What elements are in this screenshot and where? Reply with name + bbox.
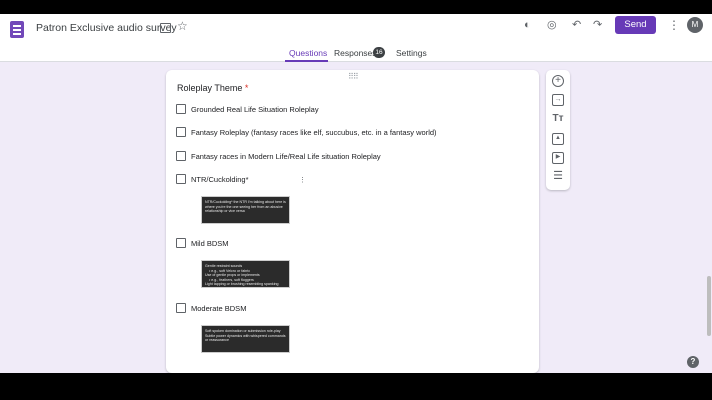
help-icon[interactable]: ? [687, 356, 699, 368]
form-title[interactable]: Patron Exclusive audio survey [36, 22, 177, 34]
option-label: Grounded Real Life Situation Roleplay [191, 105, 319, 114]
option-label: Mild BDSM [191, 239, 229, 248]
tab-settings[interactable]: Settings [396, 48, 427, 58]
palette-icon[interactable]: ◐ [524, 20, 531, 31]
option-image-text: Gentle restraint sounds • e.g., soft Vel… [205, 264, 279, 287]
app-header: Patron Exclusive audio survey ☆ ◐ ◎ ↶ ↷ … [0, 14, 712, 62]
active-tab-indicator [285, 60, 328, 62]
import-questions-icon[interactable]: → [552, 94, 564, 106]
option-label: NTR/Cuckolding* [191, 175, 249, 184]
checkbox[interactable] [176, 104, 186, 114]
checkbox[interactable] [176, 127, 186, 137]
add-question-icon[interactable]: + [552, 75, 564, 87]
avatar[interactable]: M [687, 17, 703, 33]
checkbox[interactable] [176, 303, 186, 313]
more-vert-icon[interactable]: ⋮ [668, 19, 680, 31]
option-label: Fantasy races in Modern Life/Real Life s… [191, 152, 381, 161]
eye-icon[interactable]: ◎ [547, 20, 557, 31]
send-button[interactable]: Send [615, 16, 656, 34]
option-image-text: NTR/Cuckolding* the NTR I'm talking abou… [205, 200, 286, 214]
question-title-text: Roleplay Theme [177, 83, 243, 93]
tab-questions[interactable]: Questions [289, 48, 327, 58]
tab-responses[interactable]: Responses [334, 48, 377, 58]
question-title: Roleplay Theme * [177, 83, 248, 93]
option-label: Fantasy Roleplay (fantasy races like elf… [191, 128, 437, 137]
redo-icon[interactable]: ↷ [593, 20, 602, 31]
letterbox-bottom [0, 373, 712, 400]
add-section-icon[interactable]: ☰ [552, 171, 564, 183]
scrollbar-thumb[interactable] [707, 276, 711, 336]
option-image[interactable]: Soft spoken domination or submission rol… [201, 325, 290, 353]
form-tabs: Questions Responses 16 Settings [0, 44, 712, 62]
add-video-icon[interactable]: ▶ [552, 152, 564, 164]
checkbox[interactable] [176, 174, 186, 184]
google-forms-icon[interactable] [10, 21, 24, 38]
checkbox[interactable] [176, 151, 186, 161]
floating-toolbar: + → Tт ▲ ▶ ☰ [546, 70, 570, 190]
option-more-icon[interactable]: ⋮ [299, 176, 306, 184]
drag-handle-icon[interactable]: ⠿⠿ [348, 72, 359, 81]
option-label: Moderate BDSM [191, 304, 247, 313]
forms-editor: Patron Exclusive audio survey ☆ ◐ ◎ ↶ ↷ … [0, 14, 712, 373]
responses-count-badge: 16 [373, 47, 385, 58]
undo-icon[interactable]: ↶ [572, 20, 581, 31]
option-image-text: Soft spoken domination or submission rol… [205, 329, 286, 343]
add-title-icon[interactable]: Tт [552, 113, 564, 125]
add-image-icon[interactable]: ▲ [552, 133, 564, 145]
option-image[interactable]: NTR/Cuckolding* the NTR I'm talking abou… [201, 196, 290, 224]
required-mark: * [244, 83, 249, 93]
option-item[interactable]: NTR/Cuckolding* [176, 174, 436, 186]
checkbox[interactable] [176, 238, 186, 248]
folder-icon[interactable] [160, 23, 171, 33]
star-icon[interactable]: ☆ [177, 20, 188, 32]
question-card[interactable]: ⠿⠿ Roleplay Theme * Grounded Real Life S… [166, 70, 539, 373]
letterbox-top [0, 0, 712, 14]
option-image[interactable]: Gentle restraint sounds • e.g., soft Vel… [201, 260, 290, 288]
